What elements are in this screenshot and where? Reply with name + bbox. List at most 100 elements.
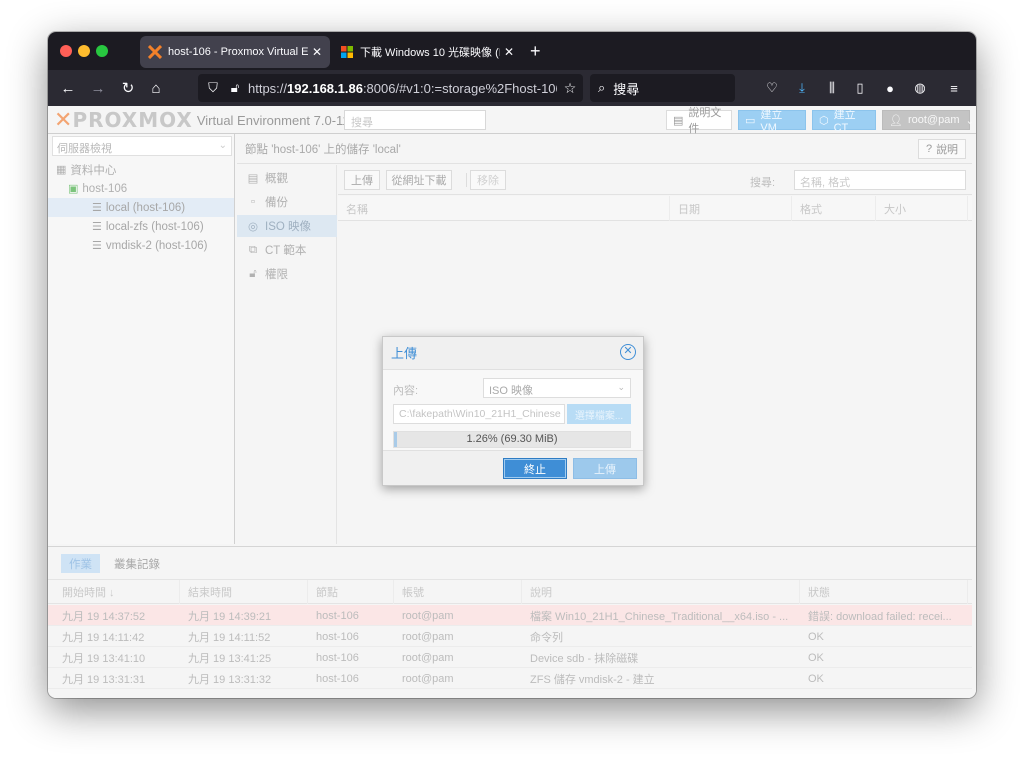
upload-button[interactable]: 上傳	[344, 170, 380, 190]
content-type-select[interactable]: ISO 映像 ⌄	[483, 378, 631, 398]
search-input[interactable]: 名稱, 格式	[794, 170, 966, 190]
cell-user: root@pam	[402, 672, 454, 685]
lock-icon[interactable]: 🔓︎	[226, 80, 244, 96]
tab-windows-download[interactable]: 下載 Windows 10 光碟映像 (ISO ✕	[332, 36, 522, 68]
cell-status: OK	[808, 672, 824, 685]
dialog-body: 內容: ISO 映像 ⌄ C:\fakepath\Win10_21H1_Chine…	[383, 369, 643, 451]
question-icon: ?	[925, 143, 933, 155]
dialog-title: 上傳	[391, 345, 418, 361]
subnav-ct-templates[interactable]: ⧉ CT 範本	[237, 239, 337, 261]
tree-datacenter[interactable]: ▦ 資料中心	[48, 160, 234, 179]
url-bar[interactable]: ⛉ 🔓︎ https://192.168.1.86:8006/#v1:0:=st…	[198, 74, 583, 102]
disc-icon: ◎	[247, 221, 259, 233]
close-tab-icon[interactable]: ✕	[312, 45, 322, 59]
close-window-button[interactable]	[60, 45, 72, 57]
column-size[interactable]: 大小	[876, 196, 968, 221]
tree-storage-local[interactable]: ☰ local (host-106)	[48, 198, 234, 217]
cell-status: 錯誤: download failed: recei...	[808, 610, 952, 623]
back-arrow-icon[interactable]: ←	[58, 78, 78, 98]
tree-storage-vmdisk-2[interactable]: ☰ vmdisk-2 (host-106)	[48, 236, 234, 255]
file-path-field[interactable]: C:\fakepath\Win10_21H1_Chinese	[393, 404, 565, 424]
table-row[interactable]: 九月 19 13:31:31 九月 19 13:31:32 host-106 root…	[48, 668, 972, 689]
shield-icon[interactable]: ⛉	[204, 80, 222, 96]
column-format[interactable]: 格式	[792, 196, 876, 221]
home-icon[interactable]: ⌂	[146, 78, 166, 98]
subnav-backup[interactable]: ▫ 備份	[237, 191, 337, 213]
storage-subnav: ▤ 概觀 ▫ 備份 ◎ ISO 映像 ⧉ CT 範本 🔓︎ 權限	[237, 165, 337, 544]
cell-status: OK	[808, 630, 824, 643]
view-selector[interactable]: 伺服器檢視 ⌄	[52, 136, 232, 156]
tab-title: 下載 Windows 10 光碟映像 (ISO	[360, 47, 500, 59]
upload-button[interactable]: 上傳	[573, 458, 637, 479]
column-description[interactable]: 說明	[522, 580, 800, 604]
cell-description: Device sdb - 抹除磁碟	[530, 652, 639, 665]
table-row[interactable]: 九月 19 14:37:52 九月 19 14:39:21 host-106 root…	[48, 605, 972, 626]
close-icon[interactable]: ✕	[620, 344, 636, 360]
help-button[interactable]: ? 說明	[918, 139, 966, 159]
table-row[interactable]: 九月 19 13:41:10 九月 19 13:41:25 host-106 root…	[48, 647, 972, 668]
tab-proxmox[interactable]: host-106 - Proxmox Virtual Envi ✕	[140, 36, 330, 68]
chevron-down-icon: ⌄	[218, 140, 227, 151]
column-end-time[interactable]: 結束時間	[180, 580, 308, 604]
browser-search-box[interactable]: ⌕ 搜尋	[590, 74, 735, 102]
remove-button[interactable]: 移除	[470, 170, 506, 190]
cell-description: 檔案 Win10_21H1_Chinese_Traditional__x64.i…	[530, 610, 789, 623]
cell-user: root@pam	[402, 630, 454, 643]
tab-title: host-106 - Proxmox Virtual Envi	[168, 46, 308, 58]
create-vm-button[interactable]: ▭ 建立 VM	[738, 109, 806, 134]
create-ct-button[interactable]: ⬡ 建立 CT	[812, 109, 876, 134]
tab-tasks[interactable]: 作業	[61, 554, 100, 573]
tree-storage-local-zfs[interactable]: ☰ local-zfs (host-106)	[48, 217, 234, 236]
cube-icon: ⬡	[819, 114, 829, 127]
select-file-button[interactable]: 選擇檔案...	[567, 404, 631, 424]
proxmox-x-icon: ✕	[54, 107, 73, 132]
cell-start-time: 九月 19 14:11:42	[62, 631, 145, 644]
menu-icon[interactable]: ≡	[944, 78, 964, 98]
library-icon[interactable]: ⫼	[822, 78, 842, 98]
database-icon: ☰	[92, 221, 102, 233]
reload-icon[interactable]: ↻	[118, 78, 138, 98]
zoom-window-button[interactable]	[96, 45, 108, 57]
forward-arrow-icon[interactable]: →	[88, 78, 108, 98]
column-start-time[interactable]: 開始時間 ↓	[54, 580, 180, 604]
user-menu-button[interactable]: 👤︎ root@pam ⌄	[882, 110, 975, 130]
extension-icon[interactable]: ◍	[910, 78, 930, 98]
subnav-iso-images[interactable]: ◎ ISO 映像	[237, 215, 337, 237]
stop-button[interactable]: 終止	[503, 458, 567, 479]
download-from-url-button[interactable]: 從網址下載	[386, 170, 452, 190]
column-status[interactable]: 狀態	[800, 580, 968, 604]
book-icon: ▤	[673, 114, 684, 127]
upload-progress-bar: 1.26% (69.30 MiB)	[393, 431, 631, 448]
windows-favicon-icon	[340, 45, 354, 59]
header-search-input[interactable]: 搜尋	[344, 110, 486, 130]
cell-user: root@pam	[402, 609, 454, 622]
sidebar-icon[interactable]: ▯	[850, 78, 870, 98]
search-icon: ⌕	[598, 80, 606, 95]
tree-node-host[interactable]: ▣ host-106	[48, 179, 234, 198]
table-row[interactable]: 九月 19 14:11:42 九月 19 14:11:52 host-106 root…	[48, 626, 972, 647]
new-tab-button[interactable]: +	[530, 40, 541, 62]
close-tab-icon[interactable]: ✕	[504, 45, 514, 59]
bookmark-star-icon[interactable]: ☆	[557, 80, 583, 97]
column-name[interactable]: 名稱	[338, 196, 670, 221]
column-node[interactable]: 節點	[308, 580, 394, 604]
subnav-summary[interactable]: ▤ 概觀	[237, 167, 337, 189]
cell-node: host-106	[316, 630, 359, 643]
cell-description: 命令列	[530, 631, 563, 644]
minimize-window-button[interactable]	[78, 45, 90, 57]
pocket-icon[interactable]: ♡	[762, 78, 782, 98]
column-date[interactable]: 日期	[670, 196, 792, 221]
account-icon[interactable]: ●	[880, 78, 900, 98]
log-grid-header: 開始時間 ↓ 結束時間 節點 帳號 說明 狀態	[48, 579, 972, 604]
url-text[interactable]: https://192.168.1.86:8006/#v1:0:=storage…	[248, 81, 557, 96]
user-icon: 👤︎	[889, 114, 903, 127]
download-icon[interactable]: ⤓	[792, 78, 812, 98]
documentation-button[interactable]: ▤ 說明文件	[666, 107, 732, 135]
content-toolbar: 上傳 從網址下載 移除 搜尋: 名稱, 格式	[338, 165, 972, 195]
resource-tree: 伺服器檢視 ⌄ ▦ 資料中心 ▣ host-106 ☰ local (host-106)…	[48, 134, 235, 544]
column-user[interactable]: 帳號	[394, 580, 522, 604]
cell-user: root@pam	[402, 651, 454, 664]
unlock-icon: 🔓︎	[249, 267, 257, 280]
subnav-permissions[interactable]: 🔓︎ 權限	[237, 263, 337, 285]
tab-cluster-log[interactable]: 叢集記錄	[106, 554, 168, 573]
